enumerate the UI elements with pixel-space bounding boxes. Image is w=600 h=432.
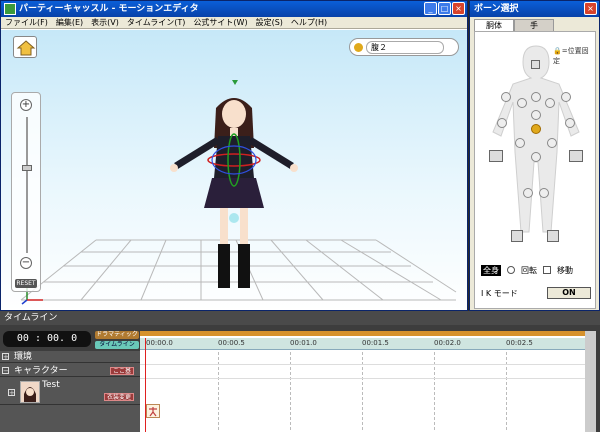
tick-label: 00:00.5 — [218, 339, 245, 347]
bone-foot-left[interactable] — [547, 230, 559, 242]
menu-view[interactable]: 表示(V) — [87, 17, 123, 28]
bone-selector[interactable]: 腹２ — [349, 38, 459, 56]
3d-viewport[interactable]: + − RESET 腹２ — [1, 30, 467, 310]
zoom-track — [26, 117, 28, 253]
timeline-tag[interactable]: タイムライン — [95, 341, 139, 349]
bone-waist[interactable] — [531, 152, 541, 162]
bone-arm-left[interactable] — [561, 92, 571, 102]
keyframe-marker-icon[interactable] — [146, 404, 160, 418]
bone-hip-left[interactable] — [547, 138, 557, 148]
ik-mode-toggle-button[interactable]: ON — [547, 287, 591, 299]
track-label: 環境 — [14, 352, 33, 362]
menu-timeline[interactable]: タイムライン(T) — [123, 17, 190, 28]
bone-hip-right[interactable] — [515, 138, 525, 148]
zoom-out-button[interactable]: − — [20, 257, 32, 269]
zoom-slider-thumb[interactable] — [22, 165, 32, 171]
expand-icon[interactable]: + — [8, 389, 15, 397]
bone-tabs: 胴体 手 — [474, 19, 594, 31]
editor-title: パーティーキャッスル - モーションエディタ — [19, 4, 199, 14]
character-avatar — [20, 381, 40, 403]
bone-map: 🔒=位置固定 全身 回転 移動 I K モード ON — [474, 31, 596, 309]
close-button[interactable]: × — [452, 2, 465, 15]
track-character[interactable]: − キャラクター ここ基 — [0, 365, 140, 377]
expand-icon[interactable]: + — [2, 353, 9, 361]
keyframe-bar — [140, 331, 585, 336]
bone-elbow-right[interactable] — [497, 118, 507, 128]
bone-hand-left[interactable] — [569, 150, 583, 162]
ik-mode-label: I K モード — [481, 288, 518, 298]
bone-shoulder-right[interactable] — [517, 98, 527, 108]
maximize-button[interactable]: □ — [438, 2, 451, 15]
timeline-tags: ドラマティック タイムライン — [95, 331, 139, 351]
motion-editor-window: パーティーキャッスル - モーションエディタ _ □ × ファイル(F) 編集(… — [0, 0, 468, 311]
bone-hand-right[interactable] — [489, 150, 503, 162]
bone-select-window: ボーン選択 × 胴体 手 🔒=位置固定 全身 回転 移動 I K モード ON — [469, 0, 600, 311]
time-ruler[interactable]: 00:00.0 00:00.5 00:01.0 00:01.5 00:02.0 … — [140, 338, 585, 350]
reset-view-button[interactable]: RESET — [15, 279, 37, 288]
timeline-panel: タイムライン 00 : 00. 0 ドラマティック タイムライン + 環境 − … — [0, 311, 600, 432]
tab-body[interactable]: 胴体 — [474, 19, 514, 31]
bone-knee-right[interactable] — [523, 188, 533, 198]
track-tag[interactable]: 衣装変更 — [103, 393, 134, 401]
timeline-title: タイムライン — [0, 311, 600, 325]
character-model[interactable] — [164, 78, 304, 298]
track-label: Test — [42, 380, 60, 390]
tab-hand[interactable]: 手 — [514, 19, 554, 31]
row-divider — [140, 364, 585, 365]
menu-help[interactable]: ヘルプ(H) — [287, 17, 331, 28]
playhead[interactable] — [145, 338, 146, 432]
tick-label: 00:00.0 — [146, 339, 173, 347]
pose-icon — [149, 407, 157, 417]
bone-head[interactable] — [531, 60, 540, 69]
menu-official-site[interactable]: 公式サイト(W) — [189, 17, 251, 28]
track-list: + 環境 − キャラクター ここ基 + Test 衣装変更 — [0, 351, 140, 432]
bone-elbow-left[interactable] — [565, 118, 575, 128]
bone-window-title[interactable]: ボーン選択 — [470, 1, 599, 17]
menu-file[interactable]: ファイル(F) — [1, 17, 52, 28]
bone-shoulder-left[interactable] — [545, 98, 555, 108]
home-icon — [16, 40, 36, 56]
bone-neck[interactable] — [531, 92, 541, 102]
move-checkbox[interactable] — [543, 266, 551, 274]
tick-label: 00:02.5 — [506, 339, 533, 347]
track-tag[interactable]: ここ基 — [109, 367, 134, 375]
selected-bone-field[interactable]: 腹２ — [366, 40, 444, 54]
rotate-label: 回転 — [521, 265, 537, 275]
track-area[interactable]: 00:00.0 00:00.5 00:01.0 00:01.5 00:02.0 … — [140, 331, 585, 432]
bone-arm-right[interactable] — [501, 92, 511, 102]
app-icon — [4, 3, 16, 15]
rotate-radio[interactable] — [507, 266, 515, 274]
bone-chest[interactable] — [531, 110, 541, 120]
row-divider — [140, 378, 585, 379]
dramatic-tag[interactable]: ドラマティック — [95, 331, 139, 339]
zoom-in-button[interactable]: + — [20, 99, 32, 111]
mode-selector: 全身 回転 移動 — [481, 264, 593, 276]
editor-title-bar[interactable]: パーティーキャッスル - モーションエディタ — [1, 1, 467, 17]
bone-indicator-icon — [354, 42, 363, 52]
ik-mode-row: I K モード ON — [481, 286, 591, 300]
mode-all-button[interactable]: 全身 — [481, 264, 501, 276]
time-display: 00 : 00. 0 — [3, 331, 91, 347]
zoom-panel: + − RESET — [11, 92, 41, 292]
minimize-button[interactable]: _ — [424, 2, 437, 15]
move-label: 移動 — [557, 265, 573, 275]
tick-label: 00:02.0 — [434, 339, 461, 347]
home-view-button[interactable] — [13, 36, 37, 58]
track-label: キャラクター — [14, 366, 68, 376]
avatar-icon — [24, 387, 36, 402]
menu-settings[interactable]: 設定(S) — [252, 17, 287, 28]
tick-label: 00:01.0 — [290, 339, 317, 347]
bone-knee-left[interactable] — [539, 188, 549, 198]
menu-bar: ファイル(F) 編集(E) 表示(V) タイムライン(T) 公式サイト(W) 設… — [1, 17, 467, 29]
bone-foot-right[interactable] — [511, 230, 523, 242]
bone-window-close-button[interactable]: × — [584, 2, 597, 15]
track-test-character[interactable]: + Test 衣装変更 — [0, 379, 140, 405]
timeline-vertical-scrollbar[interactable] — [585, 331, 596, 432]
track-environment[interactable]: + 環境 — [0, 351, 140, 363]
menu-edit[interactable]: 編集(E) — [52, 17, 87, 28]
bone-abdomen-2-selected[interactable] — [531, 124, 541, 134]
tick-label: 00:01.5 — [362, 339, 389, 347]
collapse-icon[interactable]: − — [2, 367, 9, 375]
